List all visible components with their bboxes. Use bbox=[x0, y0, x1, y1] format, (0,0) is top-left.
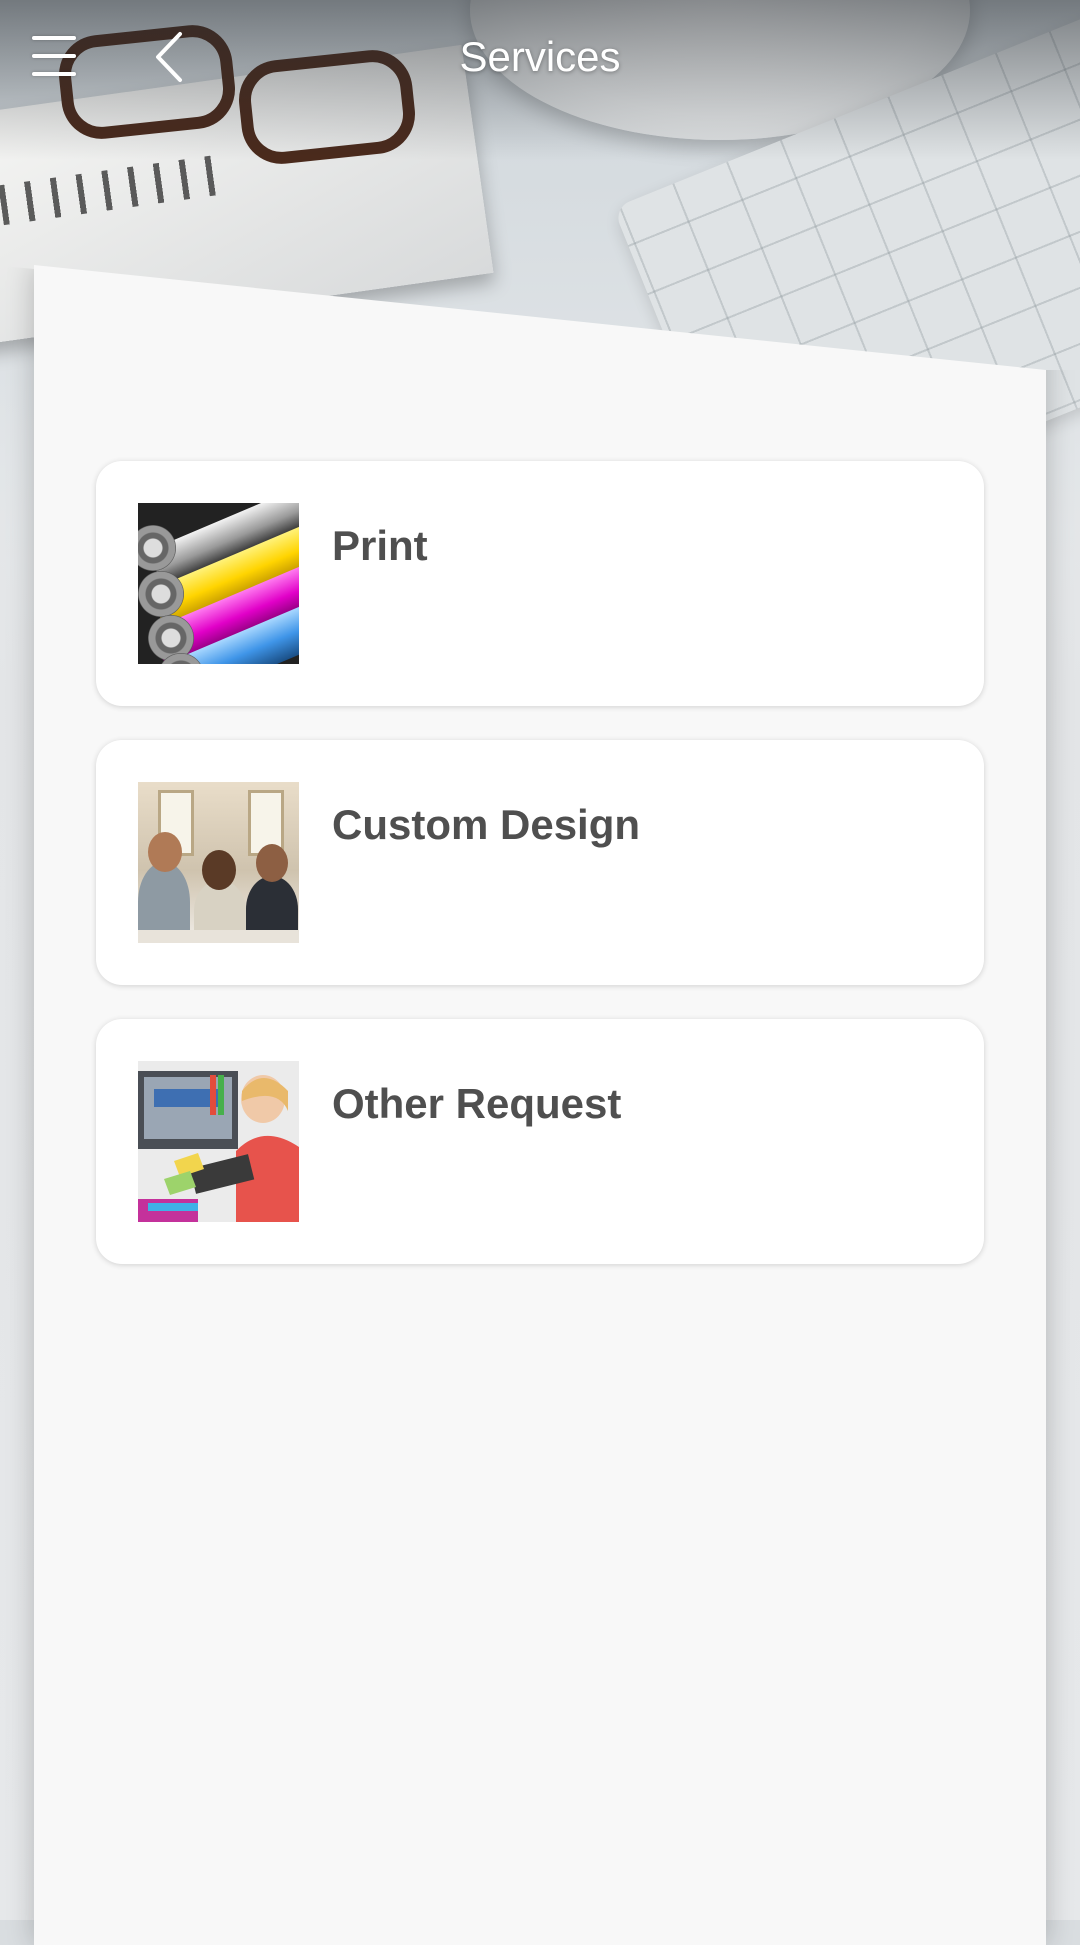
person-middle-head bbox=[202, 850, 236, 890]
service-label-custom-design: Custom Design bbox=[332, 801, 641, 848]
designer-thumbnail bbox=[138, 1061, 299, 1222]
service-card-print[interactable]: Print bbox=[96, 461, 984, 706]
gear-icon bbox=[138, 571, 184, 617]
print-thumbnail bbox=[138, 503, 299, 664]
service-list: Print Custom Design Other Request bbox=[96, 461, 984, 1298]
service-card-other-request[interactable]: Other Request bbox=[96, 1019, 984, 1264]
service-label-print: Print bbox=[332, 522, 428, 569]
service-card-custom-design[interactable]: Custom Design bbox=[96, 740, 984, 985]
person-right-head bbox=[256, 844, 288, 882]
table-decor bbox=[138, 930, 299, 943]
chevron-left-icon[interactable] bbox=[150, 30, 190, 84]
designer-illustration bbox=[138, 1061, 299, 1222]
hamburger-menu-icon[interactable] bbox=[32, 30, 82, 82]
person-left-head bbox=[148, 832, 182, 872]
service-label-other-request: Other Request bbox=[332, 1080, 622, 1127]
app-header: Services bbox=[0, 0, 1080, 116]
design-team-thumbnail bbox=[138, 782, 299, 943]
